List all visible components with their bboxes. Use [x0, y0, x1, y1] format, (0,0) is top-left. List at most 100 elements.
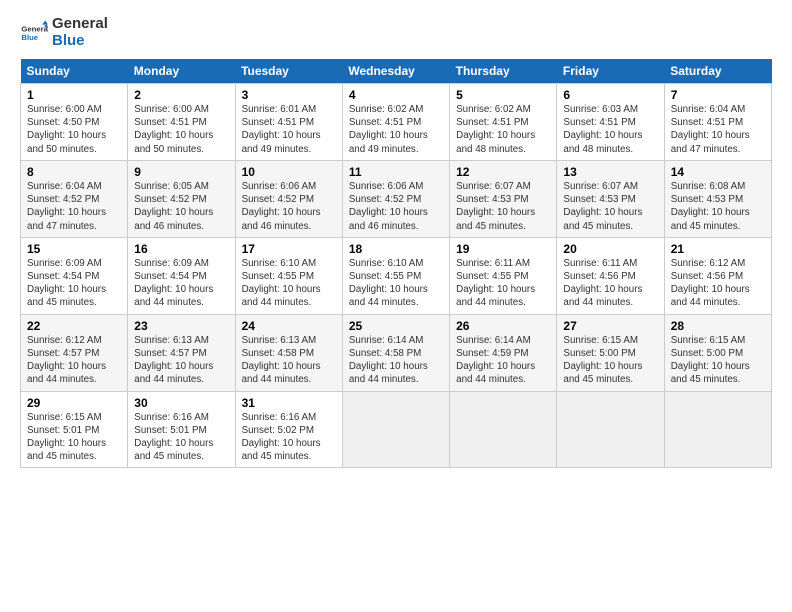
- day-cell: 6Sunrise: 6:03 AM Sunset: 4:51 PM Daylig…: [557, 84, 664, 161]
- day-number: 31: [242, 396, 336, 410]
- day-number: 1: [27, 88, 121, 102]
- day-info: Sunrise: 6:14 AM Sunset: 4:58 PM Dayligh…: [349, 334, 443, 387]
- day-info: Sunrise: 6:01 AM Sunset: 4:51 PM Dayligh…: [242, 103, 336, 156]
- day-info: Sunrise: 6:10 AM Sunset: 4:55 PM Dayligh…: [349, 257, 443, 310]
- day-info: Sunrise: 6:00 AM Sunset: 4:51 PM Dayligh…: [134, 103, 228, 156]
- weekday-header-friday: Friday: [557, 59, 664, 84]
- day-cell: 3Sunrise: 6:01 AM Sunset: 4:51 PM Daylig…: [235, 84, 342, 161]
- day-info: Sunrise: 6:06 AM Sunset: 4:52 PM Dayligh…: [349, 180, 443, 233]
- day-number: 15: [27, 242, 121, 256]
- day-number: 8: [27, 165, 121, 179]
- day-info: Sunrise: 6:04 AM Sunset: 4:51 PM Dayligh…: [671, 103, 765, 156]
- day-info: Sunrise: 6:12 AM Sunset: 4:56 PM Dayligh…: [671, 257, 765, 310]
- day-cell: 1Sunrise: 6:00 AM Sunset: 4:50 PM Daylig…: [21, 84, 128, 161]
- weekday-header-tuesday: Tuesday: [235, 59, 342, 84]
- day-cell: 17Sunrise: 6:10 AM Sunset: 4:55 PM Dayli…: [235, 237, 342, 314]
- day-number: 23: [134, 319, 228, 333]
- day-number: 22: [27, 319, 121, 333]
- day-number: 3: [242, 88, 336, 102]
- day-number: 9: [134, 165, 228, 179]
- day-cell: [664, 391, 771, 468]
- calendar-header-row: SundayMondayTuesdayWednesdayThursdayFrid…: [21, 59, 772, 84]
- day-cell: 26Sunrise: 6:14 AM Sunset: 4:59 PM Dayli…: [450, 314, 557, 391]
- day-info: Sunrise: 6:04 AM Sunset: 4:52 PM Dayligh…: [27, 180, 121, 233]
- day-number: 20: [563, 242, 657, 256]
- day-number: 12: [456, 165, 550, 179]
- day-info: Sunrise: 6:05 AM Sunset: 4:52 PM Dayligh…: [134, 180, 228, 233]
- day-cell: [557, 391, 664, 468]
- day-info: Sunrise: 6:16 AM Sunset: 5:01 PM Dayligh…: [134, 411, 228, 464]
- day-number: 4: [349, 88, 443, 102]
- day-info: Sunrise: 6:09 AM Sunset: 4:54 PM Dayligh…: [134, 257, 228, 310]
- day-cell: 29Sunrise: 6:15 AM Sunset: 5:01 PM Dayli…: [21, 391, 128, 468]
- day-cell: 15Sunrise: 6:09 AM Sunset: 4:54 PM Dayli…: [21, 237, 128, 314]
- weekday-header-monday: Monday: [128, 59, 235, 84]
- day-info: Sunrise: 6:14 AM Sunset: 4:59 PM Dayligh…: [456, 334, 550, 387]
- logo: General Blue General Blue: [20, 16, 108, 49]
- day-number: 11: [349, 165, 443, 179]
- day-number: 30: [134, 396, 228, 410]
- day-cell: 9Sunrise: 6:05 AM Sunset: 4:52 PM Daylig…: [128, 160, 235, 237]
- day-number: 28: [671, 319, 765, 333]
- day-cell: 18Sunrise: 6:10 AM Sunset: 4:55 PM Dayli…: [342, 237, 449, 314]
- day-cell: 24Sunrise: 6:13 AM Sunset: 4:58 PM Dayli…: [235, 314, 342, 391]
- page: General Blue General Blue SundayMondayTu…: [0, 0, 792, 480]
- day-cell: 23Sunrise: 6:13 AM Sunset: 4:57 PM Dayli…: [128, 314, 235, 391]
- weekday-header-wednesday: Wednesday: [342, 59, 449, 84]
- day-cell: 7Sunrise: 6:04 AM Sunset: 4:51 PM Daylig…: [664, 84, 771, 161]
- day-cell: 31Sunrise: 6:16 AM Sunset: 5:02 PM Dayli…: [235, 391, 342, 468]
- day-info: Sunrise: 6:10 AM Sunset: 4:55 PM Dayligh…: [242, 257, 336, 310]
- day-number: 29: [27, 396, 121, 410]
- day-cell: 20Sunrise: 6:11 AM Sunset: 4:56 PM Dayli…: [557, 237, 664, 314]
- day-cell: 25Sunrise: 6:14 AM Sunset: 4:58 PM Dayli…: [342, 314, 449, 391]
- day-cell: 16Sunrise: 6:09 AM Sunset: 4:54 PM Dayli…: [128, 237, 235, 314]
- logo-icon: General Blue: [20, 19, 48, 47]
- day-cell: 5Sunrise: 6:02 AM Sunset: 4:51 PM Daylig…: [450, 84, 557, 161]
- day-cell: 22Sunrise: 6:12 AM Sunset: 4:57 PM Dayli…: [21, 314, 128, 391]
- day-info: Sunrise: 6:16 AM Sunset: 5:02 PM Dayligh…: [242, 411, 336, 464]
- day-number: 25: [349, 319, 443, 333]
- day-number: 6: [563, 88, 657, 102]
- week-row-3: 15Sunrise: 6:09 AM Sunset: 4:54 PM Dayli…: [21, 237, 772, 314]
- day-number: 10: [242, 165, 336, 179]
- header: General Blue General Blue: [20, 16, 772, 49]
- day-number: 21: [671, 242, 765, 256]
- weekday-header-saturday: Saturday: [664, 59, 771, 84]
- week-row-1: 1Sunrise: 6:00 AM Sunset: 4:50 PM Daylig…: [21, 84, 772, 161]
- day-cell: 13Sunrise: 6:07 AM Sunset: 4:53 PM Dayli…: [557, 160, 664, 237]
- day-cell: 11Sunrise: 6:06 AM Sunset: 4:52 PM Dayli…: [342, 160, 449, 237]
- day-info: Sunrise: 6:07 AM Sunset: 4:53 PM Dayligh…: [563, 180, 657, 233]
- day-info: Sunrise: 6:09 AM Sunset: 4:54 PM Dayligh…: [27, 257, 121, 310]
- day-info: Sunrise: 6:15 AM Sunset: 5:01 PM Dayligh…: [27, 411, 121, 464]
- day-number: 5: [456, 88, 550, 102]
- weekday-header-sunday: Sunday: [21, 59, 128, 84]
- day-info: Sunrise: 6:02 AM Sunset: 4:51 PM Dayligh…: [456, 103, 550, 156]
- day-number: 19: [456, 242, 550, 256]
- day-cell: 2Sunrise: 6:00 AM Sunset: 4:51 PM Daylig…: [128, 84, 235, 161]
- day-info: Sunrise: 6:03 AM Sunset: 4:51 PM Dayligh…: [563, 103, 657, 156]
- calendar-table: SundayMondayTuesdayWednesdayThursdayFrid…: [20, 59, 772, 468]
- day-info: Sunrise: 6:11 AM Sunset: 4:56 PM Dayligh…: [563, 257, 657, 310]
- day-cell: 21Sunrise: 6:12 AM Sunset: 4:56 PM Dayli…: [664, 237, 771, 314]
- day-info: Sunrise: 6:15 AM Sunset: 5:00 PM Dayligh…: [671, 334, 765, 387]
- day-cell: 14Sunrise: 6:08 AM Sunset: 4:53 PM Dayli…: [664, 160, 771, 237]
- day-info: Sunrise: 6:13 AM Sunset: 4:57 PM Dayligh…: [134, 334, 228, 387]
- logo-general: General: [52, 16, 108, 33]
- day-cell: 19Sunrise: 6:11 AM Sunset: 4:55 PM Dayli…: [450, 237, 557, 314]
- week-row-2: 8Sunrise: 6:04 AM Sunset: 4:52 PM Daylig…: [21, 160, 772, 237]
- day-info: Sunrise: 6:13 AM Sunset: 4:58 PM Dayligh…: [242, 334, 336, 387]
- weekday-header-thursday: Thursday: [450, 59, 557, 84]
- day-info: Sunrise: 6:07 AM Sunset: 4:53 PM Dayligh…: [456, 180, 550, 233]
- day-info: Sunrise: 6:00 AM Sunset: 4:50 PM Dayligh…: [27, 103, 121, 156]
- day-number: 24: [242, 319, 336, 333]
- week-row-5: 29Sunrise: 6:15 AM Sunset: 5:01 PM Dayli…: [21, 391, 772, 468]
- day-cell: 4Sunrise: 6:02 AM Sunset: 4:51 PM Daylig…: [342, 84, 449, 161]
- calendar-body: 1Sunrise: 6:00 AM Sunset: 4:50 PM Daylig…: [21, 84, 772, 468]
- week-row-4: 22Sunrise: 6:12 AM Sunset: 4:57 PM Dayli…: [21, 314, 772, 391]
- day-cell: 10Sunrise: 6:06 AM Sunset: 4:52 PM Dayli…: [235, 160, 342, 237]
- day-number: 27: [563, 319, 657, 333]
- day-cell: 30Sunrise: 6:16 AM Sunset: 5:01 PM Dayli…: [128, 391, 235, 468]
- day-info: Sunrise: 6:11 AM Sunset: 4:55 PM Dayligh…: [456, 257, 550, 310]
- day-cell: 28Sunrise: 6:15 AM Sunset: 5:00 PM Dayli…: [664, 314, 771, 391]
- day-number: 14: [671, 165, 765, 179]
